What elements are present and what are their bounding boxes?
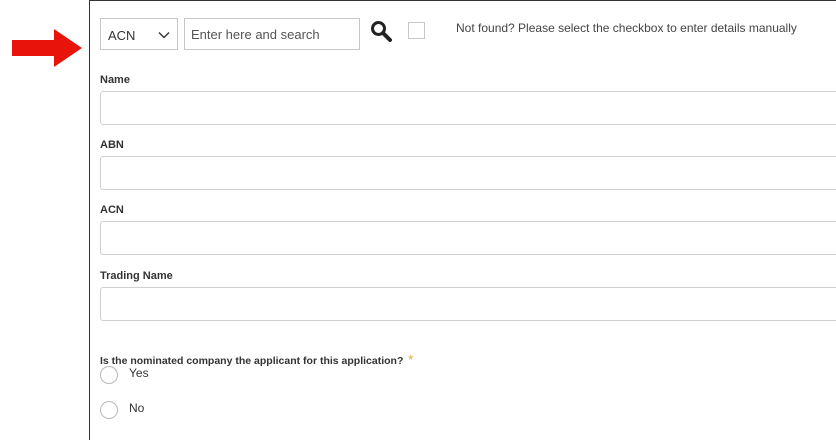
name-label: Name xyxy=(100,74,130,86)
acn-label: ACN xyxy=(100,204,124,216)
abn-field[interactable] xyxy=(100,156,836,190)
magnifier-icon[interactable] xyxy=(370,20,392,42)
search-input[interactable] xyxy=(184,18,360,50)
manual-entry-checkbox[interactable] xyxy=(408,22,425,39)
search-type-value: ACN xyxy=(108,28,136,43)
search-row: ACN Not found? Please select the checkbo… xyxy=(100,18,836,52)
radio-yes[interactable] xyxy=(100,366,118,384)
chevron-down-icon xyxy=(158,32,170,39)
trading-name-label: Trading Name xyxy=(100,270,173,282)
search-type-select[interactable]: ACN xyxy=(100,18,178,50)
acn-field[interactable] xyxy=(100,221,836,255)
radio-option-no[interactable]: No xyxy=(100,399,300,419)
required-marker: * xyxy=(408,352,414,367)
radio-option-yes[interactable]: Yes xyxy=(100,364,300,384)
manual-entry-label: Not found? Please select the checkbox to… xyxy=(456,21,797,35)
name-field[interactable] xyxy=(100,91,836,125)
radio-no-label: No xyxy=(129,401,145,415)
arrow-right-icon xyxy=(12,29,82,67)
radio-yes-label: Yes xyxy=(129,366,149,380)
radio-no[interactable] xyxy=(100,401,118,419)
abn-label: ABN xyxy=(100,139,124,151)
trading-name-field[interactable] xyxy=(100,287,836,321)
